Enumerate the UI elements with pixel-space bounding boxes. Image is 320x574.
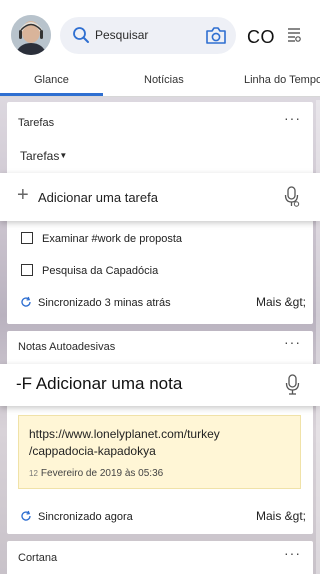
cortana-card: Cortana ···: [7, 541, 313, 574]
scrollbar[interactable]: [316, 100, 320, 574]
sticky-note-line: https://www.lonelyplanet.com/turkey: [29, 427, 220, 441]
tab-linha-do-tempo[interactable]: Linha do Tempo: [244, 74, 320, 86]
notes-sync-status: Sincronizado agora: [20, 510, 133, 523]
search-box[interactable]: Pesquisar: [60, 17, 236, 54]
chevron-down-icon: ▼: [59, 151, 68, 160]
tasks-more-options-button[interactable]: ···: [284, 111, 301, 125]
top-bar: Pesquisar CO: [0, 0, 320, 70]
search-icon: [73, 27, 89, 43]
avatar[interactable]: [11, 15, 51, 55]
task-list-dropdown[interactable]: Tarefas▼: [20, 149, 67, 163]
sticky-note-line: /cappadocia-kapadokya: [29, 444, 156, 458]
tab-glance[interactable]: Glance: [0, 74, 103, 96]
tab-noticias[interactable]: Notícias: [144, 74, 184, 86]
sync-icon[interactable]: [20, 296, 32, 308]
add-task-bar[interactable]: + Adicionar uma tarefa: [0, 173, 320, 221]
add-note-input[interactable]: -F Adicionar uma nota: [16, 374, 182, 394]
task-item-label: Examinar #work de proposta: [42, 233, 183, 245]
task-checkbox[interactable]: [21, 264, 33, 276]
tasks-card-title: Tarefas: [18, 117, 55, 129]
add-note-bar[interactable]: -F Adicionar uma nota: [0, 364, 320, 406]
task-checkbox[interactable]: [21, 232, 33, 244]
task-item-label: Pesquisa da Capadócia: [42, 265, 159, 277]
feed-settings-icon[interactable]: [287, 26, 301, 44]
sync-icon[interactable]: [20, 510, 32, 522]
tab-bar: Glance Notícias Linha do Tempo: [0, 70, 320, 97]
tasks-more-link[interactable]: Mais &gt;: [256, 295, 306, 309]
microphone-icon[interactable]: [285, 374, 301, 396]
notes-card-title: Notas Autoadesivas: [18, 341, 116, 353]
cortana-card-title: Cortana: [18, 552, 58, 564]
microphone-icon[interactable]: [284, 186, 300, 208]
avatar-image: [11, 15, 51, 55]
tasks-sync-text: Sincronizado 3 minas atrás: [38, 297, 171, 309]
tasks-sync-status: Sincronizado 3 minas atrás: [20, 296, 171, 309]
plus-icon: +: [17, 184, 29, 206]
search-input[interactable]: Pesquisar: [95, 28, 148, 42]
add-task-input[interactable]: Adicionar uma tarefa: [38, 190, 158, 205]
sticky-note-text: https://www.lonelyplanet.com/turkey /cap…: [29, 426, 294, 460]
sticky-note-date: 12 Fevereiro de 2019 às 05:36: [29, 468, 163, 479]
notes-more-link[interactable]: Mais &gt;: [256, 509, 306, 523]
sticky-notes-card: Notas Autoadesivas ··· https://www.lonel…: [7, 331, 313, 534]
task-list-dropdown-label: Tarefas: [20, 149, 60, 163]
co-label[interactable]: CO: [247, 27, 275, 48]
cortana-more-options-button[interactable]: ···: [284, 546, 301, 560]
calendar-icon: 12: [29, 469, 38, 478]
notes-sync-text: Sincronizado agora: [38, 511, 133, 523]
task-item[interactable]: Pesquisa da Capadócia: [21, 264, 158, 277]
sticky-note-date-text: Fevereiro de 2019 às 05:36: [40, 468, 164, 479]
camera-icon[interactable]: [205, 26, 227, 45]
notes-more-options-button[interactable]: ···: [284, 335, 301, 349]
task-item[interactable]: Examinar #work de proposta: [21, 232, 182, 245]
sticky-note[interactable]: https://www.lonelyplanet.com/turkey /cap…: [18, 415, 301, 489]
